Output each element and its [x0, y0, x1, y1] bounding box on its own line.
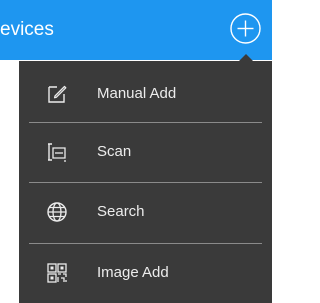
menu-item-label: Scan	[97, 143, 132, 160]
page-title: evices	[0, 19, 54, 40]
app-header: evices	[0, 0, 272, 60]
scan-icon	[45, 140, 69, 164]
plus-circle-icon	[230, 13, 261, 44]
menu-pointer	[239, 54, 253, 61]
menu-item-label: Manual Add	[97, 85, 177, 102]
menu-item-scan[interactable]: Scan	[19, 123, 272, 181]
menu-item-image-add[interactable]: Image Add	[19, 244, 272, 302]
globe-icon	[45, 200, 69, 224]
edit-icon	[45, 82, 69, 106]
menu-item-label: Image Add	[97, 264, 169, 281]
menu-item-label: Search	[97, 203, 145, 220]
menu-item-manual-add[interactable]: Manual Add	[19, 65, 272, 123]
qr-code-icon	[45, 261, 69, 285]
menu-item-search[interactable]: Search	[19, 183, 272, 241]
add-button[interactable]	[229, 12, 262, 45]
add-device-menu: Manual Add Scan Search Image Add	[19, 61, 272, 303]
